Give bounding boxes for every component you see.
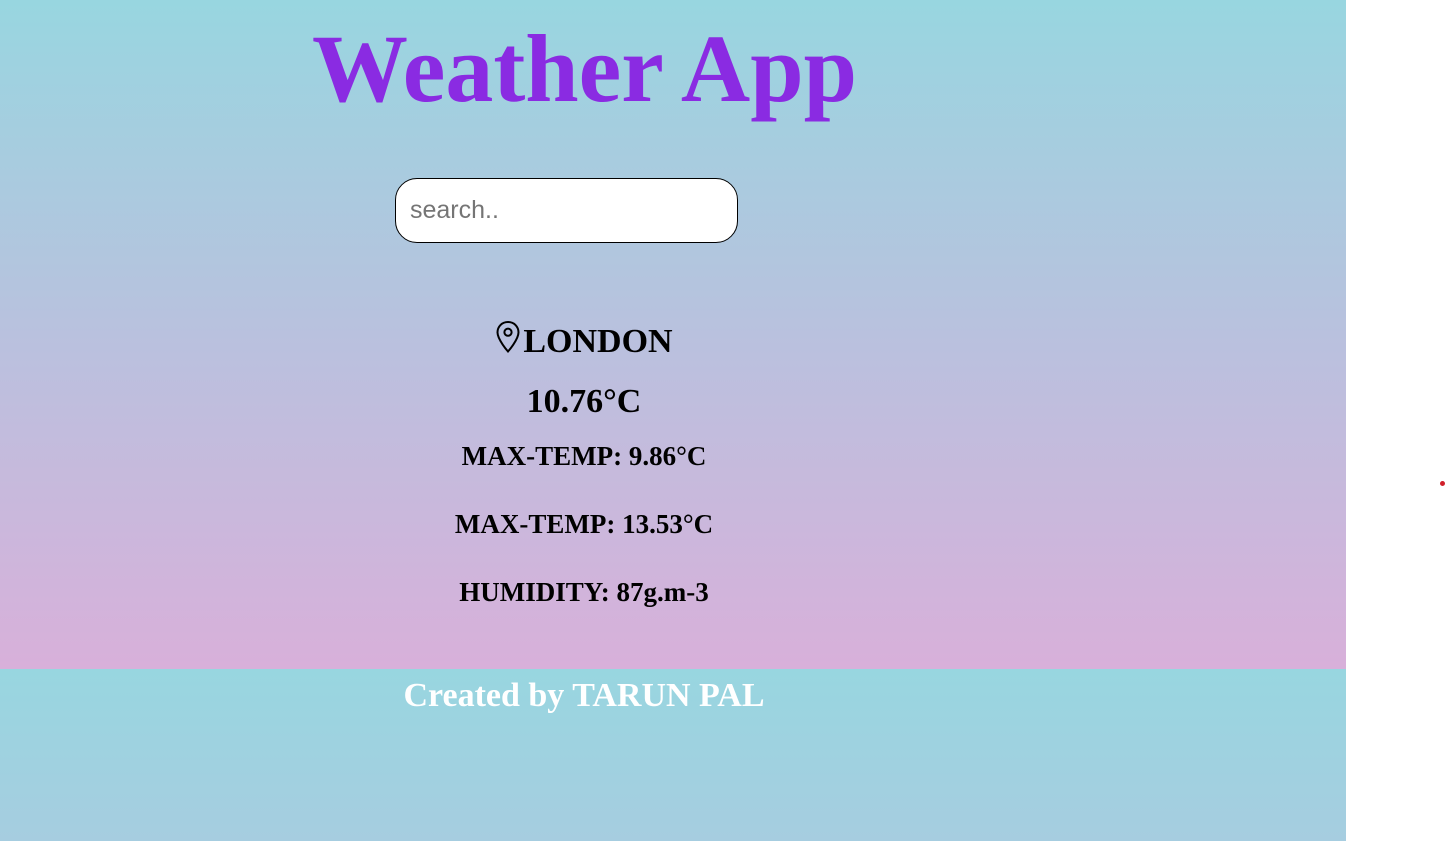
min-temperature: MAX-TEMP: 9.86°C [461,441,707,471]
footer-credit: Created by TARUN PAL [403,677,765,714]
max-temperature: MAX-TEMP: 13.53°C [454,509,714,539]
search-input[interactable] [395,178,738,243]
humidity: HUMIDITY: 87g.m-3 [459,577,709,607]
cursor-dot [1440,481,1445,486]
map-pin-icon [495,320,521,354]
location-row: LONDON [384,318,784,366]
main-section: Weather App LONDON 10.76°C MAX-TEMP: 9.8… [0,0,1346,669]
weather-app-page: Weather App LONDON 10.76°C MAX-TEMP: 9.8… [0,0,1346,841]
page-title: Weather App [312,15,857,122]
current-temperature: 10.76°C [526,383,642,420]
city-name: LONDON [523,323,673,360]
